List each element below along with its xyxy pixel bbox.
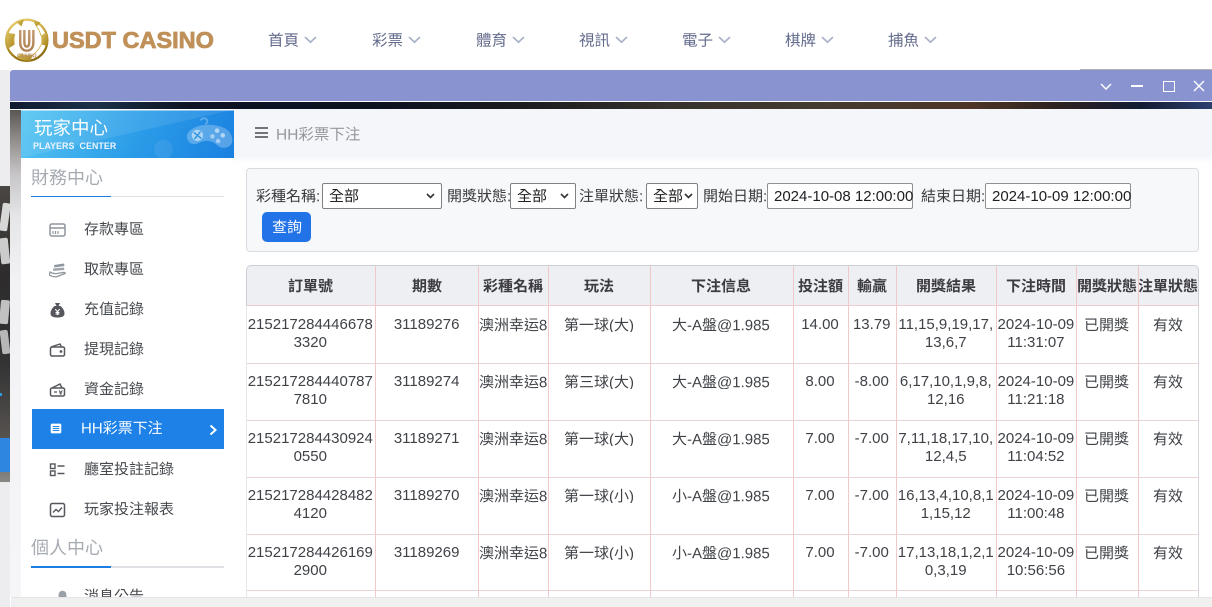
svg-text:CASINO: CASINO xyxy=(17,53,37,59)
